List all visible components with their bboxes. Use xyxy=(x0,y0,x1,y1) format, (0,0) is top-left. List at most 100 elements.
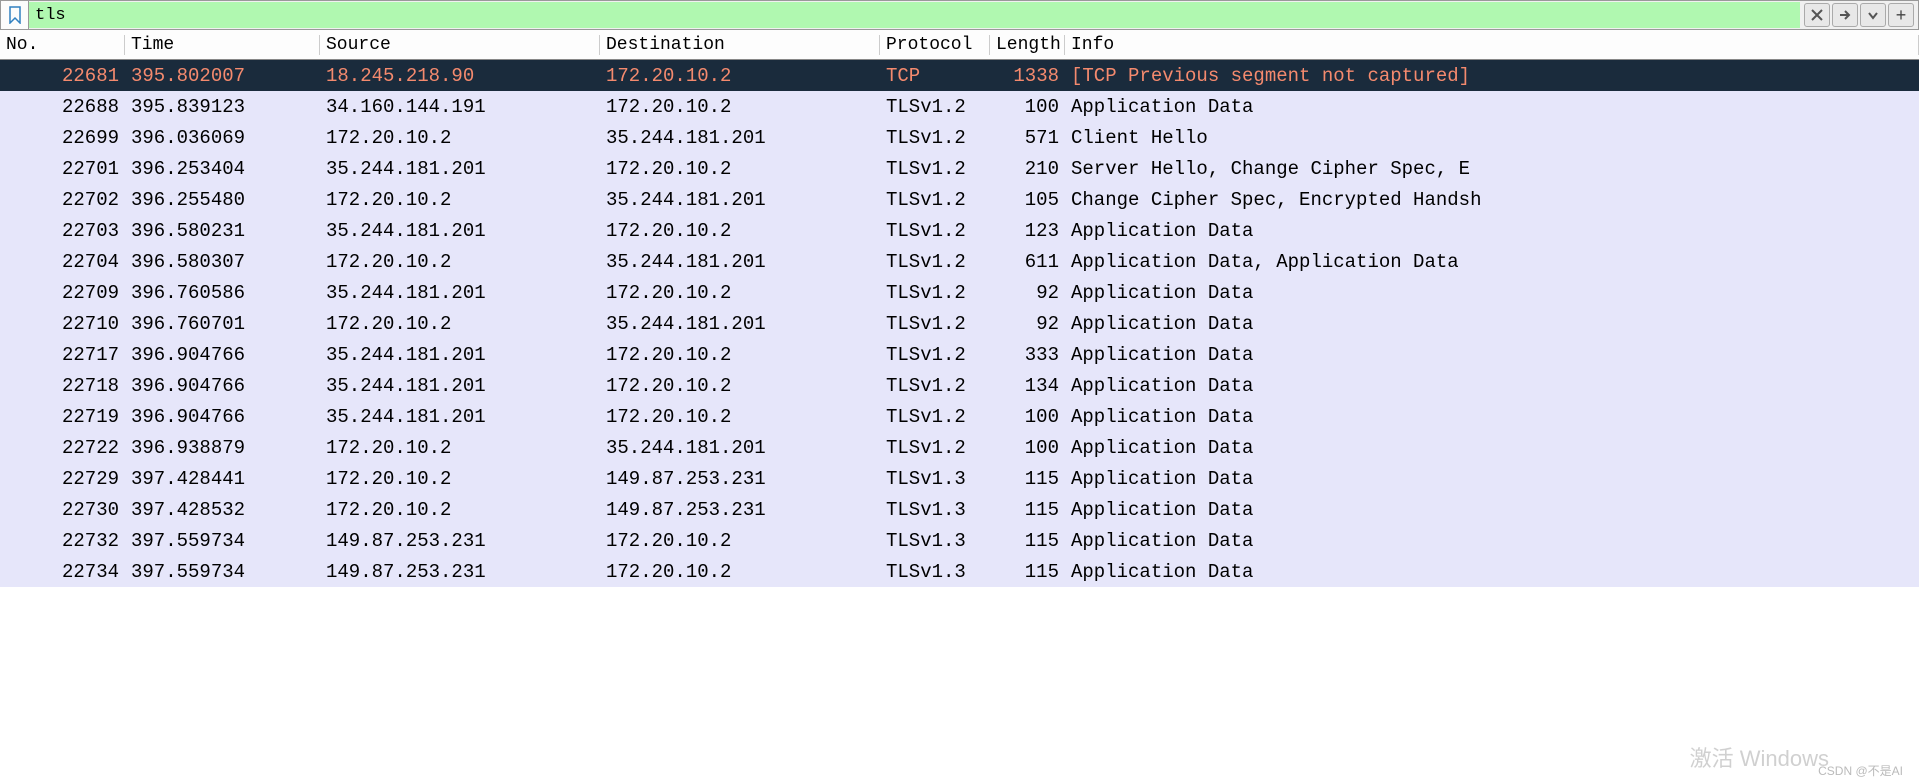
packet-cell-no: 22732 xyxy=(0,530,125,552)
column-header-protocol[interactable]: Protocol xyxy=(880,35,990,55)
packet-cell-no: 22702 xyxy=(0,189,125,211)
packet-list-pane: No. Time Source Destination Protocol Len… xyxy=(0,30,1919,587)
packet-row[interactable]: 22681395.80200718.245.218.90172.20.10.2T… xyxy=(0,60,1919,91)
packet-cell-source: 35.244.181.201 xyxy=(320,220,600,242)
packet-cell-time: 395.839123 xyxy=(125,96,320,118)
packet-cell-length: 123 xyxy=(990,220,1065,242)
packet-cell-dest: 35.244.181.201 xyxy=(600,189,880,211)
packet-cell-protocol: TLSv1.3 xyxy=(880,499,990,521)
packet-cell-no: 22701 xyxy=(0,158,125,180)
packet-cell-info: Change Cipher Spec, Encrypted Handsh xyxy=(1065,189,1919,211)
packet-cell-length: 115 xyxy=(990,499,1065,521)
packet-cell-length: 210 xyxy=(990,158,1065,180)
packet-row[interactable]: 22729397.428441172.20.10.2149.87.253.231… xyxy=(0,463,1919,494)
packet-row[interactable]: 22704396.580307172.20.10.235.244.181.201… xyxy=(0,246,1919,277)
packet-row[interactable]: 22730397.428532172.20.10.2149.87.253.231… xyxy=(0,494,1919,525)
packet-cell-protocol: TLSv1.2 xyxy=(880,313,990,335)
packet-cell-time: 396.904766 xyxy=(125,375,320,397)
packet-cell-info: Application Data xyxy=(1065,344,1919,366)
column-header-time[interactable]: Time xyxy=(125,35,320,55)
packet-cell-time: 396.580307 xyxy=(125,251,320,273)
packet-cell-source: 172.20.10.2 xyxy=(320,127,600,149)
packet-row[interactable]: 22734397.559734149.87.253.231172.20.10.2… xyxy=(0,556,1919,587)
packet-cell-length: 115 xyxy=(990,468,1065,490)
packet-cell-time: 396.760701 xyxy=(125,313,320,335)
packet-cell-info: Application Data, Application Data xyxy=(1065,251,1919,273)
packet-cell-no: 22681 xyxy=(0,65,125,87)
packet-cell-no: 22709 xyxy=(0,282,125,304)
packet-cell-source: 172.20.10.2 xyxy=(320,437,600,459)
column-header-source[interactable]: Source xyxy=(320,35,600,55)
column-header-length[interactable]: Length xyxy=(990,35,1065,55)
packet-cell-protocol: TLSv1.2 xyxy=(880,282,990,304)
packet-row[interactable]: 22688395.83912334.160.144.191172.20.10.2… xyxy=(0,91,1919,122)
apply-filter-button[interactable] xyxy=(1832,3,1858,27)
packet-cell-info: [TCP Previous segment not captured] xyxy=(1065,65,1919,87)
packet-cell-info: Application Data xyxy=(1065,282,1919,304)
column-header-no[interactable]: No. xyxy=(0,35,125,55)
packet-cell-length: 134 xyxy=(990,375,1065,397)
bookmark-icon[interactable] xyxy=(1,1,29,29)
packet-cell-length: 100 xyxy=(990,437,1065,459)
packet-cell-length: 115 xyxy=(990,530,1065,552)
packet-cell-protocol: TCP xyxy=(880,65,990,87)
packet-list-body: 22681395.80200718.245.218.90172.20.10.2T… xyxy=(0,60,1919,587)
packet-cell-info: Application Data xyxy=(1065,220,1919,242)
packet-cell-time: 396.904766 xyxy=(125,406,320,428)
packet-cell-length: 1338 xyxy=(990,65,1065,87)
packet-cell-info: Application Data xyxy=(1065,437,1919,459)
packet-cell-source: 35.244.181.201 xyxy=(320,406,600,428)
filter-history-dropdown[interactable] xyxy=(1860,3,1886,27)
packet-cell-dest: 172.20.10.2 xyxy=(600,375,880,397)
packet-cell-length: 333 xyxy=(990,344,1065,366)
packet-cell-dest: 35.244.181.201 xyxy=(600,251,880,273)
packet-row[interactable]: 22701396.25340435.244.181.201172.20.10.2… xyxy=(0,153,1919,184)
packet-cell-length: 611 xyxy=(990,251,1065,273)
packet-cell-dest: 35.244.181.201 xyxy=(600,437,880,459)
packet-cell-protocol: TLSv1.2 xyxy=(880,437,990,459)
packet-cell-no: 22729 xyxy=(0,468,125,490)
packet-cell-info: Application Data xyxy=(1065,561,1919,583)
column-header-info[interactable]: Info xyxy=(1065,35,1919,55)
packet-cell-info: Application Data xyxy=(1065,499,1919,521)
column-header-dest[interactable]: Destination xyxy=(600,35,880,55)
packet-cell-no: 22734 xyxy=(0,561,125,583)
packet-cell-dest: 149.87.253.231 xyxy=(600,499,880,521)
packet-cell-no: 22722 xyxy=(0,437,125,459)
packet-cell-dest: 149.87.253.231 xyxy=(600,468,880,490)
packet-cell-length: 92 xyxy=(990,282,1065,304)
packet-cell-protocol: TLSv1.3 xyxy=(880,561,990,583)
packet-cell-info: Application Data xyxy=(1065,96,1919,118)
packet-cell-info: Application Data xyxy=(1065,468,1919,490)
display-filter-input[interactable] xyxy=(29,2,1800,28)
packet-cell-protocol: TLSv1.2 xyxy=(880,375,990,397)
packet-row[interactable]: 22718396.90476635.244.181.201172.20.10.2… xyxy=(0,370,1919,401)
packet-cell-time: 396.904766 xyxy=(125,344,320,366)
packet-cell-info: Client Hello xyxy=(1065,127,1919,149)
packet-cell-protocol: TLSv1.2 xyxy=(880,158,990,180)
packet-row[interactable]: 22719396.90476635.244.181.201172.20.10.2… xyxy=(0,401,1919,432)
packet-cell-protocol: TLSv1.2 xyxy=(880,220,990,242)
packet-row[interactable]: 22709396.76058635.244.181.201172.20.10.2… xyxy=(0,277,1919,308)
packet-row[interactable]: 22699396.036069172.20.10.235.244.181.201… xyxy=(0,122,1919,153)
packet-cell-source: 172.20.10.2 xyxy=(320,189,600,211)
packet-row[interactable]: 22717396.90476635.244.181.201172.20.10.2… xyxy=(0,339,1919,370)
clear-filter-button[interactable] xyxy=(1804,3,1830,27)
filter-controls: + xyxy=(1800,3,1918,27)
packet-cell-source: 35.244.181.201 xyxy=(320,344,600,366)
packet-cell-info: Server Hello, Change Cipher Spec, E xyxy=(1065,158,1919,180)
display-filter-bar: + xyxy=(0,0,1919,30)
packet-row[interactable]: 22702396.255480172.20.10.235.244.181.201… xyxy=(0,184,1919,215)
packet-row[interactable]: 22703396.58023135.244.181.201172.20.10.2… xyxy=(0,215,1919,246)
packet-cell-protocol: TLSv1.2 xyxy=(880,127,990,149)
packet-cell-source: 149.87.253.231 xyxy=(320,561,600,583)
packet-cell-source: 18.245.218.90 xyxy=(320,65,600,87)
csdn-watermark: CSDN @不是AI xyxy=(1818,762,1903,779)
packet-cell-length: 100 xyxy=(990,406,1065,428)
packet-row[interactable]: 22732397.559734149.87.253.231172.20.10.2… xyxy=(0,525,1919,556)
packet-row[interactable]: 22710396.760701172.20.10.235.244.181.201… xyxy=(0,308,1919,339)
add-filter-button[interactable]: + xyxy=(1888,3,1914,27)
packet-cell-dest: 172.20.10.2 xyxy=(600,220,880,242)
packet-cell-info: Application Data xyxy=(1065,375,1919,397)
packet-row[interactable]: 22722396.938879172.20.10.235.244.181.201… xyxy=(0,432,1919,463)
